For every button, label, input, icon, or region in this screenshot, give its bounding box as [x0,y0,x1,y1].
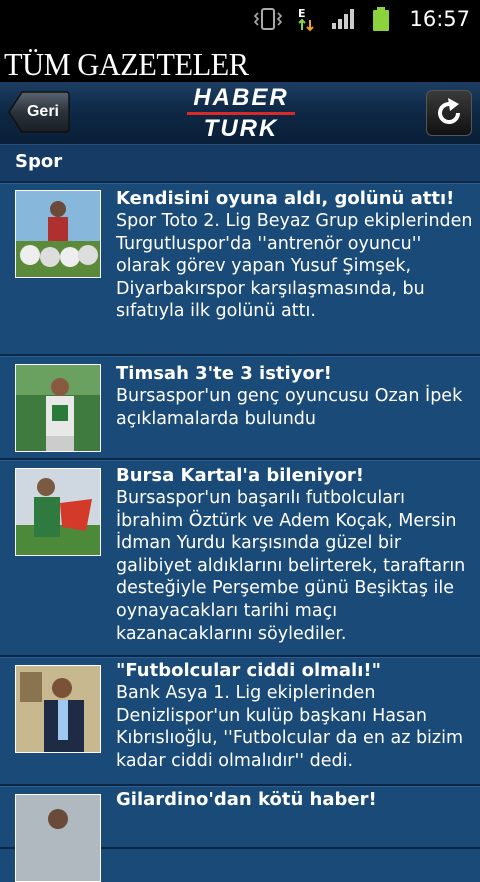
status-bar: E 16:57 [0,0,480,38]
article-thumbnail [15,665,101,753]
article-list[interactable]: Kendisini oyuna aldı, golünü attı! Spor … [0,183,480,882]
clock: 16:57 [409,7,470,31]
article-thumbnail [15,190,101,278]
article-description: Spor Toto 2. Lig Beyaz Grup ekiplerinden… [116,211,473,322]
article-title[interactable]: Kendisini oyuna aldı, golünü attı! [116,188,474,210]
article-title[interactable]: Timsah 3'te 3 istiyor! [116,363,474,385]
list-item[interactable]: Kendisini oyuna aldı, golünü attı! Spor … [0,183,480,356]
section-header: Spor [0,145,480,183]
list-item[interactable]: Timsah 3'te 3 istiyor! Bursaspor'un genç… [0,356,480,460]
article-title[interactable]: Bursa Kartal'a bileniyor! [116,465,474,487]
article-description: Bursaspor'un başarılı futbolcuları İbrah… [116,488,466,644]
svg-text:E: E [298,7,306,20]
article-description: Bank Asya 1. Lig ekiplerinden Denizlispo… [116,683,464,771]
refresh-icon [438,98,460,124]
article-title[interactable]: Gilardino'dan kötü haber! [116,789,474,811]
section-title: Spor [15,151,63,172]
haberturk-logo: HABER TURK [186,86,296,142]
vibrate-icon [254,8,283,30]
back-button[interactable]: Geri [8,90,70,134]
app-title: TÜM GAZETELER [4,46,249,82]
refresh-button[interactable] [426,90,472,136]
battery-icon [373,7,390,31]
list-item[interactable]: Gilardino'dan kötü haber! [0,786,480,882]
app-title-bar: TÜM GAZETELER [0,38,480,82]
back-button-label: Geri [26,103,59,120]
logo-text-bottom: TURK [203,115,279,142]
signal-icon [332,9,355,29]
header: Geri HABER TURK [0,82,480,145]
article-title[interactable]: "Futbolcular ciddi olmalı!" [116,660,474,682]
article-thumbnail [15,468,101,556]
data-edge-icon: E [298,7,315,32]
list-item[interactable]: "Futbolcular ciddi olmalı!" Bank Asya 1.… [0,657,480,786]
article-description: Bursaspor'un genç oyuncusu Ozan İpek açı… [116,386,463,429]
logo-text-top: HABER [193,84,289,111]
article-thumbnail [15,364,101,452]
list-item[interactable]: Bursa Kartal'a bileniyor! Bursaspor'un b… [0,460,480,657]
article-thumbnail [15,794,101,882]
